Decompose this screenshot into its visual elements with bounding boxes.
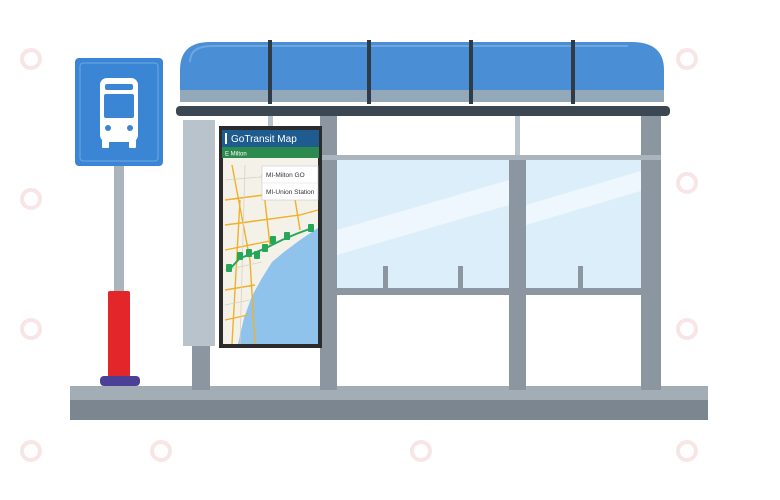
watermark-logo [676, 318, 702, 340]
shelter-post [641, 112, 661, 390]
bus-stop-sign [75, 58, 163, 386]
watermark-logo [20, 48, 46, 70]
kiosk-housing [183, 120, 215, 346]
kiosk-screen: GoTransit Map E Milton MI-Milton GO MI-U… [219, 126, 322, 348]
sign-pole-base [100, 376, 140, 386]
stop-item-union[interactable]: MI-Union Station [266, 189, 315, 196]
app-title: GoTransit Map [231, 134, 297, 145]
watermark-logo [150, 440, 176, 462]
sign-pole-red [108, 291, 130, 377]
shelter-post [320, 112, 337, 390]
watermark-logo [20, 188, 46, 210]
watermark-logo [20, 440, 46, 462]
ground-platform [70, 386, 708, 420]
location-label: E Milton [225, 152, 247, 158]
shelter-post [509, 158, 526, 390]
watermark-logo [676, 48, 702, 70]
bus-stop-scene: GoTransit Map E Milton MI-Milton GO MI-U… [70, 40, 708, 420]
watermark-logo [20, 318, 46, 340]
watermark-logo [410, 440, 436, 462]
roof-band [180, 90, 664, 102]
bus-icon [100, 78, 138, 148]
shelter-roof [176, 40, 670, 116]
sign-pole [114, 165, 124, 295]
stop-popup[interactable]: MI-Milton GO MI-Union Station [261, 165, 319, 201]
watermark-logo [676, 172, 702, 194]
watermark-logo [676, 440, 702, 462]
stop-item-milton[interactable]: MI-Milton GO [266, 172, 305, 179]
